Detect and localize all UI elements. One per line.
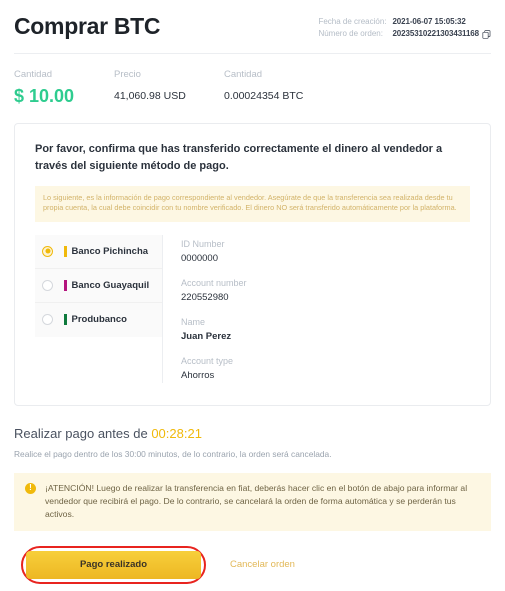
warning-icon bbox=[25, 482, 36, 494]
bank-color-bar bbox=[64, 245, 67, 257]
payment-deadline: Realizar pago antes de 00:28:21 bbox=[14, 424, 491, 444]
order-created-row: Fecha de creación: 2021-06-07 15:05:32 bbox=[318, 16, 491, 28]
detail-value: Juan Perez bbox=[181, 330, 232, 342]
bank-color-bar bbox=[64, 279, 67, 291]
order-number-label: Número de orden: bbox=[318, 29, 383, 38]
bank-option-pichincha[interactable]: Banco Pichincha bbox=[35, 234, 162, 269]
amount-crypto-value: 0.00024354 BTC bbox=[224, 89, 304, 102]
bank-name-label: Banco Guayaquil bbox=[71, 279, 150, 291]
payment-deadline-note: Realice el pago dentro de los 30:00 minu… bbox=[14, 448, 332, 459]
order-meta: Fecha de creación: 2021-06-07 15:05:32 N… bbox=[318, 13, 491, 40]
detail-name: Name Juan Perez bbox=[181, 315, 470, 344]
copy-icon[interactable] bbox=[482, 29, 491, 39]
bank-name-label: Produbanco bbox=[71, 314, 127, 326]
bank-option-produbanco[interactable]: Produbanco bbox=[35, 302, 162, 337]
countdown-timer: 00:28:21 bbox=[151, 425, 202, 441]
order-created-value: 2021-06-07 15:05:32 bbox=[392, 17, 466, 26]
payment-done-button[interactable]: Pago realizado bbox=[26, 550, 201, 579]
amount-price-label: Precio bbox=[114, 68, 141, 80]
amount-summary: Cantidad $ 10.00 Precio 41,060.98 USD Ca… bbox=[14, 54, 491, 108]
bank-account-details: ID Number 0000000 Account number 2205529… bbox=[163, 235, 470, 383]
radio-icon[interactable] bbox=[42, 245, 53, 257]
payment-deadline-label: Realizar pago antes de bbox=[14, 425, 148, 441]
amount-crypto-label: Cantidad bbox=[224, 68, 263, 80]
bank-area: Banco Pichincha Banco Guayaquil Produban… bbox=[35, 234, 470, 383]
detail-label: Account type bbox=[181, 355, 234, 366]
detail-label: ID Number bbox=[181, 238, 225, 249]
confirm-instruction: Por favor, confirma que has transferido … bbox=[35, 142, 443, 172]
action-bar: Pago realizado Cancelar orden bbox=[14, 545, 491, 584]
amount-crypto: Cantidad 0.00024354 BTC bbox=[224, 68, 384, 108]
bank-name-label: Banco Pichincha bbox=[71, 245, 149, 257]
amount-price-value: 41,060.98 USD bbox=[114, 89, 186, 102]
amount-fiat-label: Cantidad bbox=[14, 68, 53, 80]
detail-label: Account number bbox=[181, 277, 247, 288]
cancel-order-link[interactable]: Cancelar orden bbox=[230, 559, 295, 570]
page-title: Comprar BTC bbox=[14, 13, 161, 39]
detail-value: Ahorros bbox=[181, 369, 215, 381]
payment-done-highlight-wrap: Pago realizado bbox=[21, 545, 206, 584]
seller-info-notice: Lo siguiente, es la información de pago … bbox=[35, 185, 470, 222]
payment-timer-section: Realizar pago antes de 00:28:21 Realice … bbox=[14, 424, 491, 461]
order-created-label: Fecha de creación: bbox=[318, 17, 387, 26]
detail-value: 0000000 bbox=[181, 252, 218, 264]
attention-banner: ¡ATENCIÓN! Luego de realizar la transfer… bbox=[14, 472, 491, 531]
page-header: Comprar BTC Fecha de creación: 2021-06-0… bbox=[14, 0, 491, 41]
bank-list: Banco Pichincha Banco Guayaquil Produban… bbox=[35, 234, 163, 383]
detail-label: Name bbox=[181, 316, 206, 327]
detail-account-type: Account type Ahorros bbox=[181, 354, 470, 383]
amount-fiat: Cantidad $ 10.00 bbox=[14, 68, 114, 108]
attention-text: ¡ATENCIÓN! Luego de realizar la transfer… bbox=[45, 482, 468, 519]
detail-value: 220552980 bbox=[181, 291, 229, 303]
radio-icon[interactable] bbox=[42, 279, 53, 291]
order-payment-page: Comprar BTC Fecha de creación: 2021-06-0… bbox=[0, 0, 505, 591]
radio-icon[interactable] bbox=[42, 314, 53, 326]
order-number-row: Número de orden: 20235310221303431168 bbox=[318, 28, 491, 40]
amount-fiat-value: $ 10.00 bbox=[14, 85, 75, 106]
amount-price: Precio 41,060.98 USD bbox=[114, 68, 224, 108]
bank-option-guayaquil[interactable]: Banco Guayaquil bbox=[35, 268, 162, 303]
detail-account-number: Account number 220552980 bbox=[181, 276, 470, 305]
detail-id-number: ID Number 0000000 bbox=[181, 237, 470, 266]
payment-method-card: Por favor, confirma que has transferido … bbox=[14, 122, 491, 406]
bank-color-bar bbox=[64, 314, 67, 326]
order-number-value: 20235310221303431168 bbox=[392, 29, 479, 38]
